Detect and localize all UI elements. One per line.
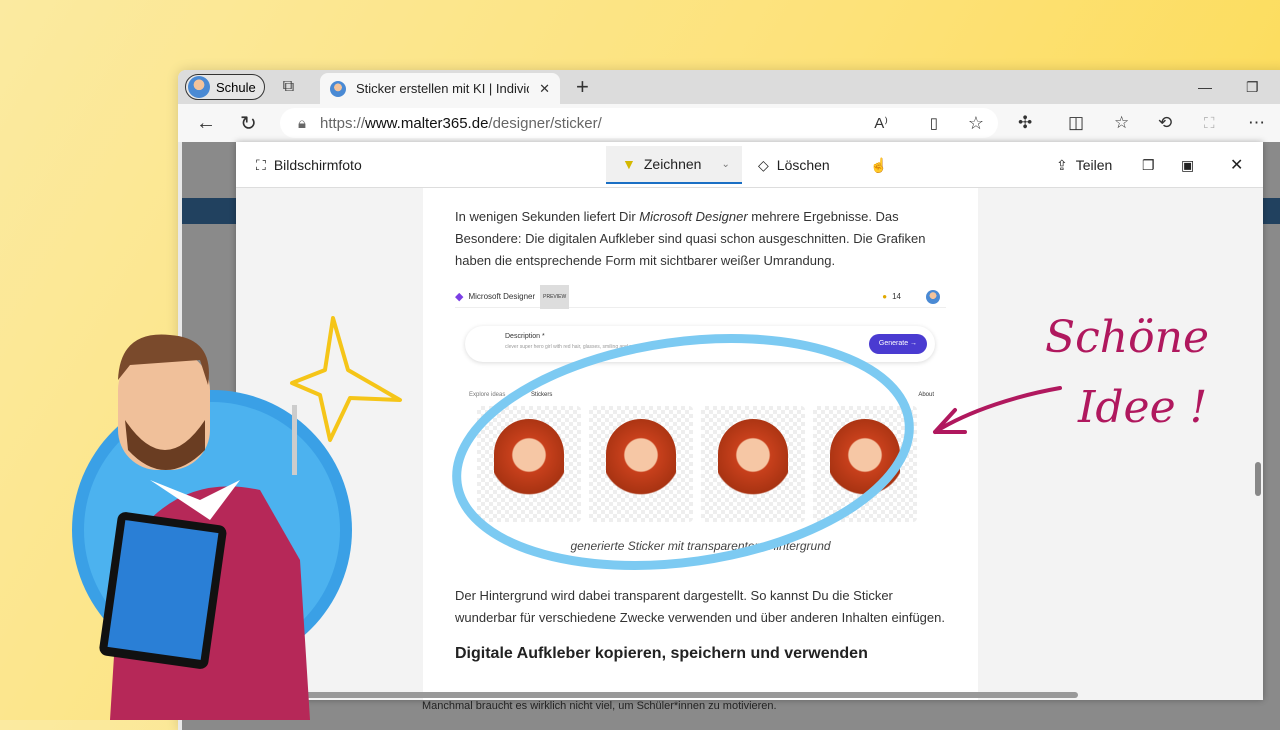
annotation-layer: Schöne Idee !	[72, 312, 1209, 720]
star-doodle-icon	[290, 316, 402, 442]
annotation-text-2: Idee !	[1077, 382, 1207, 433]
highlight-circle	[452, 334, 914, 570]
annotation-text-1: Schöne	[1045, 312, 1209, 363]
arrow-doodle-icon	[933, 386, 1062, 434]
